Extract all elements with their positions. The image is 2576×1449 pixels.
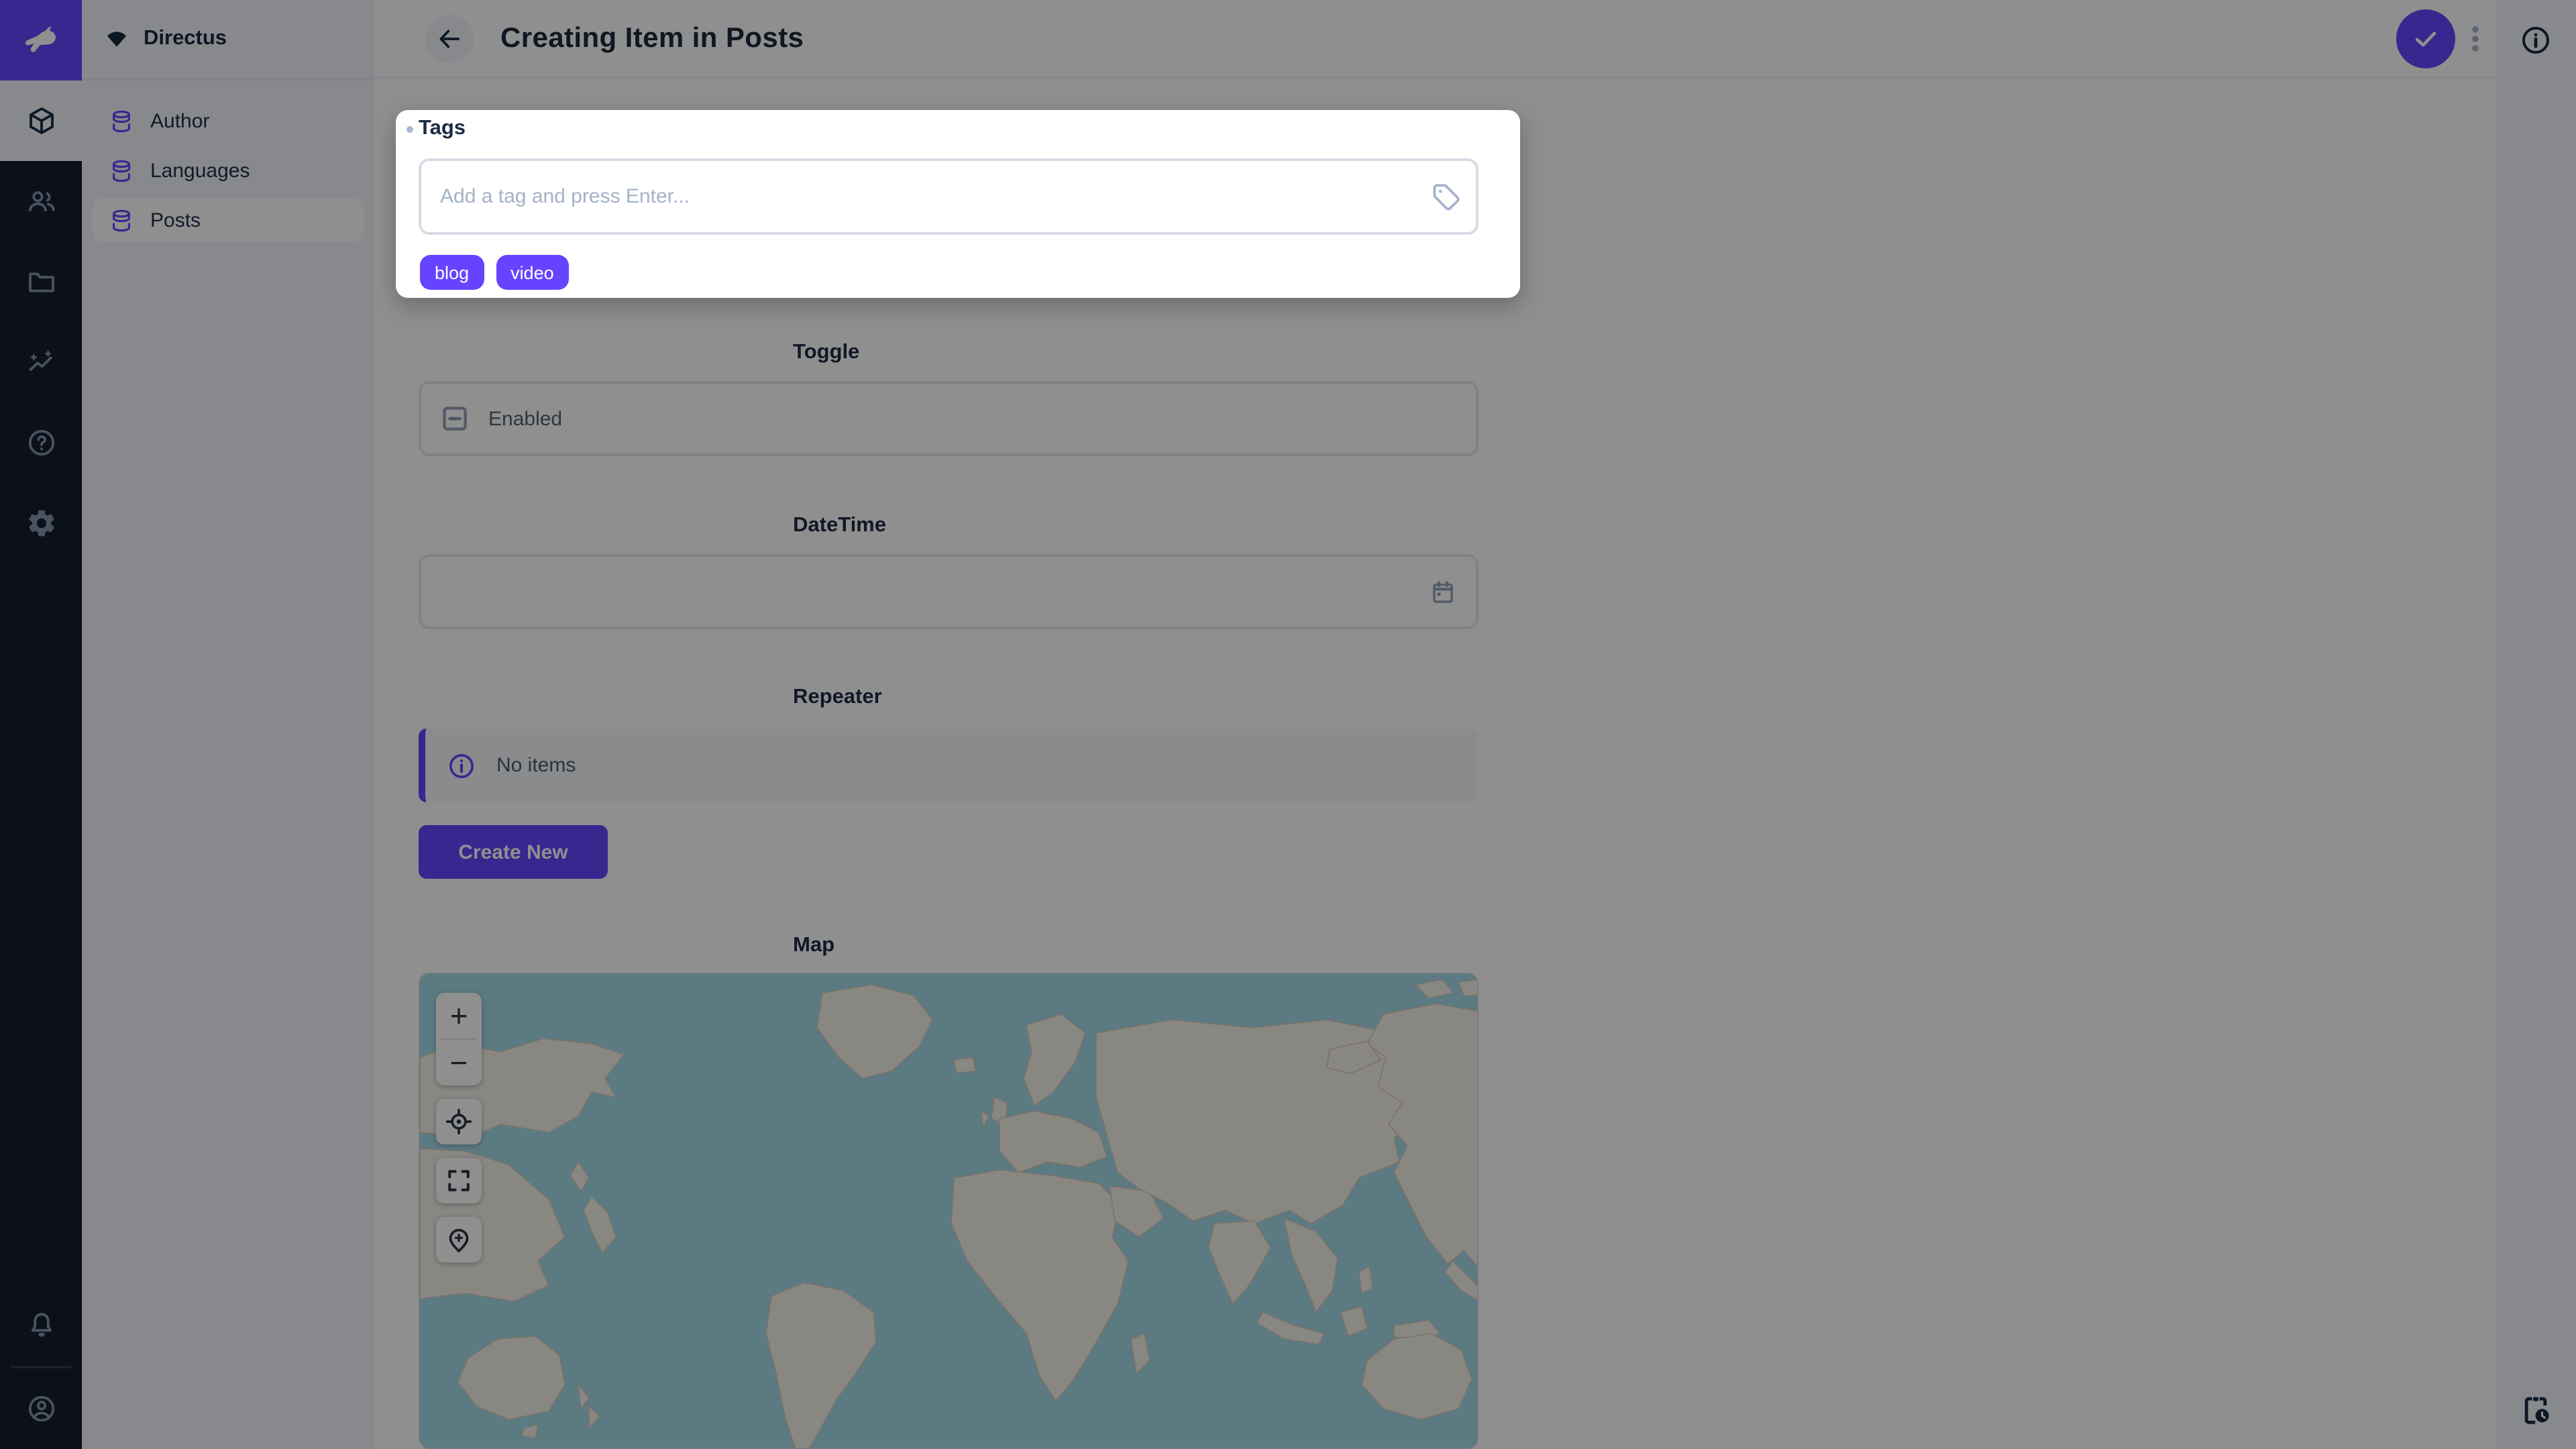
tags-chip-list: blog video	[420, 255, 569, 290]
tags-input[interactable]	[419, 158, 1479, 235]
tags-field-label: Tags	[419, 117, 466, 141]
tag-chip[interactable]: blog	[420, 255, 484, 290]
required-dot	[407, 126, 413, 133]
tag-icon	[1430, 181, 1462, 213]
tag-chip[interactable]: video	[496, 255, 569, 290]
app-window: Directus Author Languages	[0, 0, 2576, 1449]
tags-field-card: Tags blog video	[396, 110, 1520, 298]
